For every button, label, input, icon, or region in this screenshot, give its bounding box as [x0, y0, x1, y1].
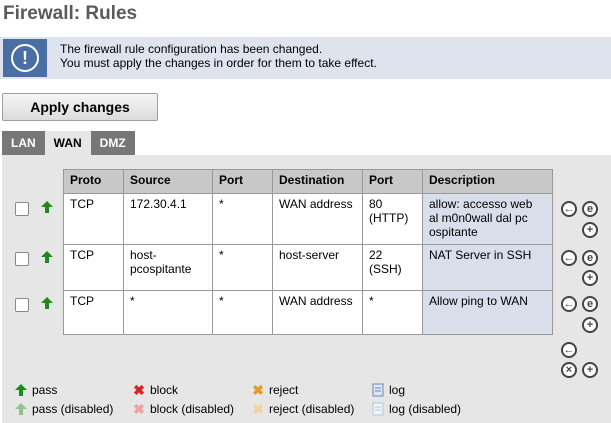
legend-reject-disabled: ✖ reject (disabled) [251, 400, 355, 417]
move-rule-icon[interactable]: ← [561, 250, 577, 266]
source-line: pcospitante [130, 262, 192, 276]
legend-label: block [150, 383, 179, 397]
legend-log: log [371, 383, 405, 397]
block-icon: ✖ [133, 381, 145, 398]
cell-destination[interactable]: host-server [272, 244, 363, 291]
legend-block: ✖ block [132, 381, 179, 398]
cell-dest-port[interactable]: 22 (SSH) [362, 244, 423, 291]
pass-disabled-icon [15, 403, 27, 415]
table-header-row: Proto Source Port Destination Port Descr… [63, 169, 553, 194]
tab-dmz[interactable]: DMZ [90, 131, 135, 155]
cell-destination[interactable]: WAN address [272, 193, 363, 245]
edit-rule-icon[interactable]: e [582, 201, 598, 217]
cell-proto[interactable]: TCP [63, 290, 124, 335]
port-value: 22 [369, 248, 383, 262]
info-icon: ! [3, 39, 47, 77]
legend-pass-disabled: pass (disabled) [14, 402, 113, 416]
legend-block-disabled: ✖ block (disabled) [132, 400, 235, 417]
legend-pass: pass [14, 383, 57, 397]
cell-source-port[interactable]: * [212, 244, 273, 291]
pass-icon[interactable] [40, 250, 54, 264]
cell-destination[interactable]: WAN address [272, 290, 363, 335]
notice-banner: ! The firewall rule configuration has be… [0, 37, 611, 79]
move-rule-icon[interactable]: ← [561, 201, 577, 217]
move-rule-icon[interactable]: ← [561, 342, 577, 358]
cell-source[interactable]: * [123, 290, 213, 335]
legend-label: block (disabled) [150, 402, 235, 416]
add-rule-icon[interactable]: + [582, 362, 598, 378]
cell-source[interactable]: 172.30.4.1 [123, 193, 213, 245]
col-description: Description [422, 169, 553, 194]
add-rule-icon[interactable]: + [582, 222, 598, 238]
col-source: Source [123, 169, 213, 194]
tab-lan[interactable]: LAN [2, 131, 45, 155]
legend-label: log (disabled) [389, 402, 462, 416]
cell-description[interactable]: NAT Server in SSH [422, 244, 553, 291]
tab-wan[interactable]: WAN [44, 131, 91, 155]
desc-line: allow: accesso web [429, 197, 533, 211]
desc-line: ospitante [429, 225, 478, 239]
rule-checkbox[interactable] [15, 252, 29, 266]
legend-label: reject (disabled) [269, 402, 355, 416]
rule-checkbox[interactable] [15, 202, 29, 216]
notice-line-1: The firewall rule configuration has been… [60, 42, 323, 56]
reject-disabled-icon: ✖ [252, 400, 264, 417]
desc-line: al m0n0wall dal pc [429, 211, 528, 225]
pass-icon [15, 384, 27, 396]
move-rule-icon[interactable]: ← [561, 296, 577, 312]
edit-rule-icon[interactable]: e [582, 250, 598, 266]
port-name: (SSH) [369, 262, 402, 276]
block-disabled-icon: ✖ [133, 400, 145, 417]
apply-changes-button[interactable]: Apply changes [2, 93, 158, 121]
port-value: 80 [369, 197, 383, 211]
legend-label: pass [32, 383, 58, 397]
col-proto: Proto [63, 169, 124, 194]
rules-table: Proto Source Port Destination Port Descr… [63, 169, 553, 335]
add-rule-icon[interactable]: + [582, 317, 598, 333]
cell-description[interactable]: allow: accesso web al m0n0wall dal pc ospi… [422, 193, 553, 245]
notice-text: The firewall rule configuration has been… [60, 42, 377, 70]
cell-proto[interactable]: TCP [63, 244, 124, 291]
pass-icon[interactable] [40, 296, 54, 310]
cell-dest-port[interactable]: * [362, 290, 423, 335]
port-name: (HTTP) [369, 211, 409, 225]
legend-label: log [389, 383, 406, 397]
col-dest-port: Port [362, 169, 423, 194]
pass-icon[interactable] [40, 200, 54, 214]
rule-checkbox[interactable] [15, 298, 29, 312]
col-source-port: Port [212, 169, 273, 194]
log-icon [372, 383, 384, 397]
cell-dest-port[interactable]: 80 (HTTP) [362, 193, 423, 245]
delete-selected-icon[interactable]: × [561, 362, 577, 378]
cell-source[interactable]: host-pcospitante [123, 244, 213, 291]
edit-rule-icon[interactable]: e [582, 296, 598, 312]
legend-reject: ✖ reject [251, 381, 299, 398]
notice-line-2: You must apply the changes in order for … [60, 56, 377, 70]
table-row[interactable]: TCP * * WAN address * Allow ping to WAN [63, 290, 553, 335]
page-title: Firewall: Rules [3, 3, 138, 24]
legend-label: reject [269, 383, 299, 397]
reject-icon: ✖ [252, 381, 264, 398]
cell-source-port[interactable]: * [212, 193, 273, 245]
cell-description[interactable]: Allow ping to WAN [422, 290, 553, 335]
table-row[interactable]: TCP host-pcospitante * host-server 22 (SS… [63, 244, 553, 291]
cell-source-port[interactable]: * [212, 290, 273, 335]
legend-log-disabled: log (disabled) [371, 402, 461, 416]
interface-tabs: LAN WAN DMZ [2, 131, 135, 155]
col-destination: Destination [272, 169, 363, 194]
source-line: host- [130, 248, 157, 262]
log-disabled-icon [372, 402, 384, 416]
table-row[interactable]: TCP 172.30.4.1 * WAN address 80 (HTTP) al… [63, 193, 553, 245]
cell-proto[interactable]: TCP [63, 193, 124, 245]
legend-label: pass (disabled) [32, 402, 114, 416]
add-rule-icon[interactable]: + [582, 270, 598, 286]
